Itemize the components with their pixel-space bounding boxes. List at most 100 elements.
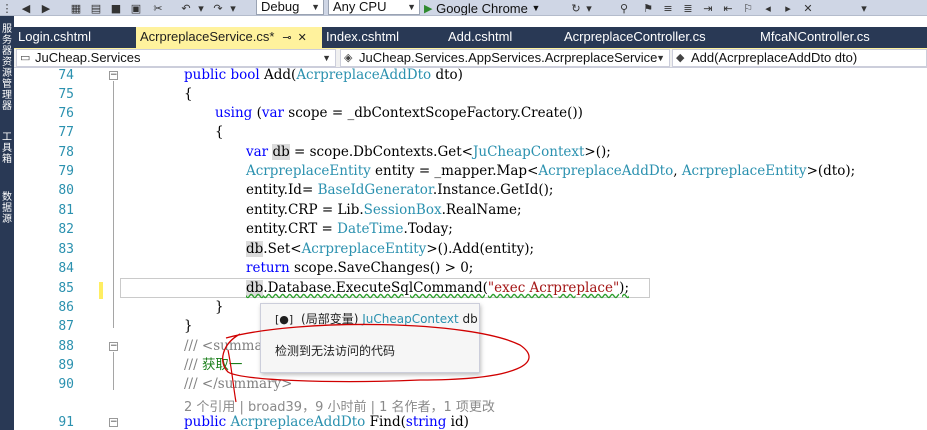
type-value: JuCheap.Services.AppServices.Acrpreplace… (359, 50, 658, 65)
undo-dropdown-icon[interactable]: ▾ (196, 0, 206, 15)
collapse-icon[interactable]: − (109, 71, 118, 80)
token: bool (230, 68, 260, 83)
token: Add( (264, 68, 297, 83)
token: using (215, 105, 253, 121)
code-line-85: db.Database.ExecuteSqlCommand("exec Acrp… (246, 279, 629, 298)
tab-label: Add.cshtml (448, 29, 513, 44)
redo-dropdown-icon[interactable]: ▾ (228, 0, 238, 15)
tab-label: MfcaNController.cs (760, 29, 870, 44)
token: public (184, 68, 227, 83)
line-number: 83 (58, 242, 74, 257)
solution-configuration-select[interactable]: Debug ▼ (256, 0, 324, 15)
code-line-82: entity.CRT = DateTime.Today; (246, 220, 453, 239)
token: "exec Acrpreplace" (487, 280, 620, 296)
token: >(dto); (806, 163, 856, 179)
indent-icon[interactable]: ⇥ (700, 0, 716, 15)
redo-icon[interactable]: ↷ (210, 0, 226, 15)
toolbox-tab[interactable]: 工具箱 (1, 132, 13, 165)
undo-icon[interactable]: ↶ (178, 0, 194, 15)
token: scope.SaveChanges() > 0; (294, 260, 474, 276)
local-variable-icon: [●] (275, 313, 294, 326)
member-dropdown[interactable]: ◆ Add(AcrpreplaceAddDto dto) (672, 49, 927, 67)
comment-icon[interactable]: ≡ (660, 0, 676, 15)
token: BaseIdGenerator (317, 182, 433, 198)
line-number: 84 (58, 261, 74, 276)
tab-acrpreplace-controller[interactable]: AcrpreplaceController.cs (560, 27, 756, 47)
token: entity = _mapper.Map< (375, 163, 539, 179)
server-explorer-tab[interactable]: 服务器资源管理器 (1, 24, 13, 112)
toolbar-overflow-icon[interactable]: ▾ (858, 0, 870, 15)
side-panel-strip: 服务器资源管理器 工具箱 数据源 (0, 16, 14, 430)
save-all-icon[interactable]: ▣ (128, 0, 144, 15)
collapse-icon[interactable]: − (109, 342, 118, 351)
line-number: 76 (58, 106, 74, 121)
save-icon[interactable]: ■ (108, 0, 124, 15)
tab-login-cshtml[interactable]: Login.cshtml (14, 27, 136, 47)
pin-icon[interactable]: ⊸ (282, 32, 291, 44)
token: .Today; (403, 221, 453, 237)
token: 获取一 (201, 357, 243, 373)
tooltip-header: [●] (局部变量) JuCheapContext db (275, 310, 478, 327)
token: entity.CRP = Lib. (246, 202, 364, 218)
open-file-icon[interactable]: ▤ (88, 0, 104, 15)
token: Find( (369, 414, 406, 430)
grip-icon: ⋮ (1, 1, 13, 15)
code-line-88: /// <summa (184, 338, 263, 354)
clear-bookmarks-icon[interactable]: ✕ (800, 0, 816, 15)
tab-label: Index.cshtml (326, 29, 399, 44)
data-sources-tab[interactable]: 数据源 (1, 192, 13, 225)
token: entity.Id= (246, 182, 314, 198)
line-number: 79 (58, 164, 74, 179)
token: SessionBox (363, 202, 442, 218)
refresh-dropdown-icon[interactable]: ▾ (584, 0, 594, 15)
outdent-icon[interactable]: ⇤ (720, 0, 736, 15)
next-bookmark-icon[interactable]: ▸ (780, 0, 796, 15)
line-number: 85 (58, 281, 74, 296)
token: AcrpreplaceAddDto (296, 68, 432, 83)
start-debugging-button[interactable]: ▶ Google Chrome ▼ (424, 0, 564, 16)
tab-acrpreplace-service[interactable]: AcrpreplaceService.cs* ⊸ ✕ (136, 27, 322, 48)
close-icon[interactable]: ✕ (298, 32, 307, 44)
collapse-icon[interactable]: − (109, 418, 118, 427)
code-editor[interactable]: 74 75 76 77 78 79 80 81 82 83 84 85 86 8… (14, 68, 927, 430)
token: .Database.ExecuteSqlCommand( (263, 280, 488, 296)
class-icon: ◈ (344, 52, 353, 64)
type-dropdown[interactable]: ◈ JuCheap.Services.AppServices.Acrprepla… (340, 49, 670, 67)
forward-icon[interactable]: ▶ (38, 0, 54, 15)
token[interactable]: db (246, 280, 264, 296)
refresh-icon[interactable]: ↻ (568, 0, 584, 15)
bookmark-icon[interactable]: ⚑ (640, 0, 656, 15)
back-icon[interactable]: ◀ (18, 0, 34, 15)
line-number: 87 (58, 319, 74, 334)
find-icon[interactable]: ⚲ (616, 0, 632, 15)
prev-bookmark-icon[interactable]: ◂ (760, 0, 776, 15)
tab-index-cshtml[interactable]: Index.cshtml (322, 27, 444, 47)
configuration-value: Debug (261, 0, 300, 14)
tab-add-cshtml[interactable]: Add.cshtml (444, 27, 560, 47)
line-number: 77 (58, 125, 74, 140)
tab-mfcan-controller[interactable]: MfcaNController.cs (756, 27, 927, 47)
token: public (184, 414, 227, 430)
chevron-down-icon: ▼ (311, 2, 320, 12)
code-line-84: return scope.SaveChanges() > 0; (246, 259, 473, 278)
uncomment-icon[interactable]: ≣ (680, 0, 696, 15)
code-line-89: /// 获取一 (184, 356, 242, 375)
token: ); (619, 280, 629, 296)
token: db (272, 144, 290, 160)
chevron-down-icon: ▼ (656, 53, 665, 63)
new-project-icon[interactable]: ▦ (68, 0, 84, 15)
outline-guide (113, 352, 114, 390)
line-number: 91 (58, 415, 74, 430)
solution-platform-select[interactable]: Any CPU ▼ (328, 0, 420, 15)
run-target-label: Google Chrome (436, 0, 528, 16)
code-line-74: public bool Add(AcrpreplaceAddDto dto) (184, 68, 463, 85)
token: entity.CRT = (246, 221, 333, 237)
tab-label: AcrpreplaceController.cs (564, 29, 706, 44)
code-line-80: entity.Id= BaseIdGenerator.Instance.GetI… (246, 181, 553, 200)
code-line-87: } (184, 318, 193, 334)
project-dropdown[interactable]: ▭ JuCheap.Services ▼ (16, 49, 336, 67)
cut-icon[interactable]: ✂ (150, 0, 166, 15)
toggle-bookmark-icon[interactable]: ⚐ (740, 0, 756, 15)
code-line-79: AcrpreplaceEntity entity = _mapper.Map<A… (246, 162, 855, 181)
token: >().Add(entity); (426, 241, 535, 257)
